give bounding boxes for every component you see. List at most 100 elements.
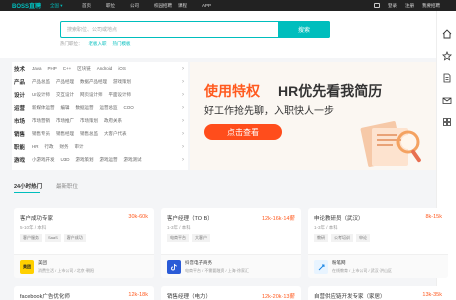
category-item[interactable]: 运营总监 <box>100 105 118 111</box>
hot-link[interactable]: 热门模板 <box>113 41 131 47</box>
category-item[interactable]: 行政 <box>45 144 54 150</box>
grid-icon[interactable] <box>442 117 452 127</box>
nav-link-companies[interactable]: 公司 <box>130 3 154 9</box>
recruit-link[interactable]: 我要招聘 <box>422 3 440 9</box>
category-item[interactable]: 数据运营 <box>76 105 94 111</box>
category-row[interactable]: 运营 新媒体运营 编辑 数据运营 运营总监 COO › <box>14 102 186 113</box>
category-item[interactable]: UI设计师 <box>32 92 50 98</box>
nav-link-campus[interactable]: 校园招聘 <box>154 3 178 9</box>
tab-latest[interactable]: 最新职位 <box>56 182 78 190</box>
job-tag: SaaS <box>45 234 61 242</box>
category-item[interactable]: 市场营销 <box>32 118 50 124</box>
category-item[interactable]: C++ <box>63 66 72 71</box>
category-item[interactable]: 游戏策划 <box>113 79 131 85</box>
category-item[interactable]: 市场推广 <box>56 118 74 124</box>
job-title[interactable]: 客户成功专家 <box>20 214 53 222</box>
category-item[interactable]: COO <box>124 105 134 110</box>
job-card[interactable]: 申论教研员（武汉） 8k-15k 1-3年 / 本科 教研 公考培训 申论 粉笔… <box>308 208 448 278</box>
category-item[interactable]: 小游戏开发 <box>32 157 55 163</box>
category-item[interactable]: Android <box>97 66 113 71</box>
login-link[interactable]: 登录 <box>388 3 397 9</box>
chevron-right-icon: › <box>182 65 184 72</box>
category-row[interactable]: 产品 产品总监 产品经理 数据产品经理 游戏策划 › <box>14 76 186 87</box>
category-row[interactable]: 技术 Java PHP C++ 区块链 Android iOS › <box>14 63 186 74</box>
job-title[interactable]: 销售经理（电力） <box>167 292 211 300</box>
category-item[interactable]: 政府关系 <box>104 118 122 124</box>
company-name[interactable]: 抖音电子商务 <box>185 260 212 266</box>
document-icon[interactable] <box>442 73 452 83</box>
site-logo[interactable]: BOSS直聘 <box>12 1 46 10</box>
category-item[interactable]: 产品经理 <box>56 79 74 85</box>
category-item[interactable]: 销售总监 <box>80 131 98 137</box>
category-item[interactable]: 新媒体运营 <box>32 105 55 111</box>
category-item[interactable]: 产品总监 <box>32 79 50 85</box>
category-item[interactable]: 交互设计 <box>56 92 74 98</box>
search-button[interactable]: 搜索 <box>278 21 330 38</box>
category-item[interactable]: 审计 <box>75 144 84 150</box>
job-salary: 8k-15k <box>425 214 442 220</box>
message-icon[interactable] <box>374 3 380 8</box>
job-salary: 12k-16k·14薪 <box>261 216 295 222</box>
job-card[interactable]: facebook广告优化师 12k-18k <box>14 286 154 300</box>
company-info: 消费生活 / 上市公司 / 北京·朝阳 <box>38 268 94 273</box>
company-name[interactable]: 美团 <box>38 260 47 266</box>
job-card[interactable]: 销售经理（电力） 12k-20k·13薪 <box>161 286 301 300</box>
job-tags: 电商平台 大客户 <box>167 234 213 242</box>
category-item[interactable]: 市场策划 <box>80 118 98 124</box>
job-title[interactable]: 申论教研员（武汉） <box>314 214 364 222</box>
job-title[interactable]: 客户经理（TO B） <box>167 214 213 222</box>
category-item[interactable]: 游戏运营 <box>100 157 118 163</box>
category-item[interactable]: 平面设计师 <box>109 92 132 98</box>
category-item[interactable]: 销售专员 <box>32 131 50 137</box>
company-row[interactable]: 抖音电子商务 电商平台 / 不需要融资 / 上海·徐家汇 <box>161 254 301 278</box>
category-item[interactable]: Java <box>32 66 42 71</box>
category-row[interactable]: 市场 市场营销 市场推广 市场策划 政府关系 › <box>14 115 186 126</box>
job-tags: 客户服务 SaaS 客户成功 <box>20 234 89 242</box>
page: BOSS直聘 全国 ▾ 首页 职位 公司 校园招聘 课程 APP 登录 注册 我… <box>0 0 456 300</box>
tab-hot-24h[interactable]: 24小时热门 <box>14 182 42 190</box>
company-row[interactable]: 粉笔网 在线教育 / 上市公司 / 武汉·洪山区 <box>308 254 448 278</box>
job-tag: 电商平台 <box>167 234 189 242</box>
job-title[interactable]: facebook广告优化师 <box>20 292 70 300</box>
register-link[interactable]: 注册 <box>405 3 414 9</box>
category-row[interactable]: 游戏 小游戏开发 U3D 游戏策划 游戏运营 游戏测试 › <box>14 154 186 165</box>
job-card[interactable]: 客户经理（TO B） 12k-16k·14薪 1-3年 / 本科 电商平台 大客… <box>161 208 301 278</box>
company-row[interactable]: 美团 美团 消费生活 / 上市公司 / 北京·朝阳 <box>14 254 154 278</box>
category-item[interactable]: 财务 <box>60 144 69 150</box>
job-title[interactable]: 自营供应链开发专家（家居） <box>314 292 386 300</box>
job-card[interactable]: 自营供应链开发专家（家居） 13k-35k <box>308 286 448 300</box>
category-item[interactable]: HR <box>32 144 39 149</box>
promo-banner[interactable]: 使用特权 HR优先看我简历 好工作抢先聊，入职快人一步 点击查看 <box>190 62 436 170</box>
job-card[interactable]: 客户成功专家 30k-60k 5-10年 / 本科 客户服务 SaaS 客户成功… <box>14 208 154 278</box>
category-item[interactable]: PHP <box>48 66 57 71</box>
nav-link-home[interactable]: 首页 <box>82 3 106 9</box>
inbox-icon[interactable] <box>442 95 452 105</box>
hot-link[interactable]: 老板入职 <box>89 41 107 47</box>
nav-link-jobs[interactable]: 职位 <box>106 3 130 9</box>
search-input[interactable] <box>61 22 271 37</box>
chevron-right-icon: › <box>182 78 184 85</box>
job-tag: 客户服务 <box>20 234 42 242</box>
nav-link-courses[interactable]: 课程 <box>178 3 202 9</box>
nav-link-app[interactable]: APP <box>202 3 226 9</box>
category-row[interactable]: 设计 UI设计师 交互设计 网页设计师 平面设计师 › <box>14 89 186 100</box>
category-item[interactable]: 游戏测试 <box>124 157 142 163</box>
city-selector[interactable]: 全国 ▾ <box>50 3 72 9</box>
category-item[interactable]: iOS <box>118 66 126 71</box>
company-name[interactable]: 粉笔网 <box>332 260 346 266</box>
home-icon[interactable] <box>442 29 452 39</box>
category-item[interactable]: 游戏策划 <box>76 157 94 163</box>
category-item[interactable]: 网页设计师 <box>80 92 103 98</box>
category-item[interactable]: 大客户代表 <box>104 131 127 137</box>
category-row[interactable]: 销售 销售专员 销售经理 销售总监 大客户代表 › <box>14 128 186 139</box>
category-item[interactable]: 区块链 <box>77 66 91 72</box>
category-item[interactable]: U3D <box>61 157 70 162</box>
category-row[interactable]: 职能 HR 行政 财务 审计 › <box>14 141 186 152</box>
category-panel: 技术 Java PHP C++ 区块链 Android iOS › 产品 产品总… <box>12 62 188 170</box>
category-item[interactable]: 数据产品经理 <box>80 79 107 85</box>
category-item[interactable]: 销售经理 <box>56 131 74 137</box>
banner-cta-button[interactable]: 点击查看 <box>204 124 282 140</box>
chevron-right-icon: › <box>182 91 184 98</box>
star-icon[interactable] <box>442 51 452 61</box>
category-item[interactable]: 编辑 <box>61 105 70 111</box>
